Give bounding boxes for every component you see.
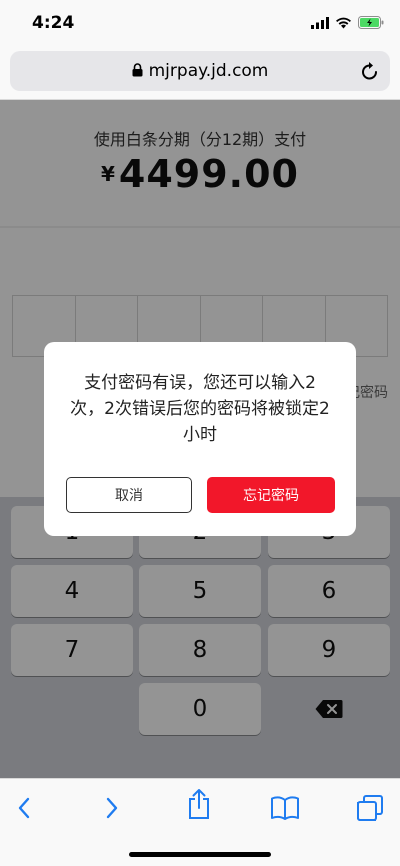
password-error-dialog: 支付密码有误，您还可以输入2次，2次错误后您的密码将被锁定2小时 取消 忘记密码 xyxy=(44,342,356,536)
forward-button[interactable] xyxy=(92,793,132,823)
lock-icon xyxy=(132,63,143,77)
browser-address-area: mjrpay.jd.com xyxy=(0,44,400,100)
status-icons xyxy=(311,16,384,29)
chevron-left-icon xyxy=(18,797,30,819)
address-bar[interactable]: mjrpay.jd.com xyxy=(10,51,390,91)
dialog-message: 支付密码有误，您还可以输入2次，2次错误后您的密码将被锁定2小时 xyxy=(70,373,330,445)
chevron-right-icon xyxy=(106,797,118,819)
tabs-button[interactable] xyxy=(350,793,390,823)
wifi-icon xyxy=(336,17,351,28)
signal-icon xyxy=(311,16,329,29)
reload-icon[interactable] xyxy=(360,60,380,82)
share-button[interactable] xyxy=(179,789,219,819)
status-bar: 4:24 xyxy=(0,0,400,44)
bookmarks-button[interactable] xyxy=(265,793,305,823)
battery-charging-icon xyxy=(358,16,384,29)
url-text: mjrpay.jd.com xyxy=(148,61,269,81)
address-text-wrap: mjrpay.jd.com xyxy=(10,61,390,81)
share-icon xyxy=(189,789,209,819)
back-button[interactable] xyxy=(4,793,44,823)
cancel-button[interactable]: 取消 xyxy=(66,477,192,513)
home-indicator[interactable] xyxy=(129,852,271,857)
tabs-icon xyxy=(357,795,383,821)
forgot-password-button[interactable]: 忘记密码 xyxy=(207,477,335,513)
book-icon xyxy=(271,796,299,820)
status-time: 4:24 xyxy=(32,13,75,33)
